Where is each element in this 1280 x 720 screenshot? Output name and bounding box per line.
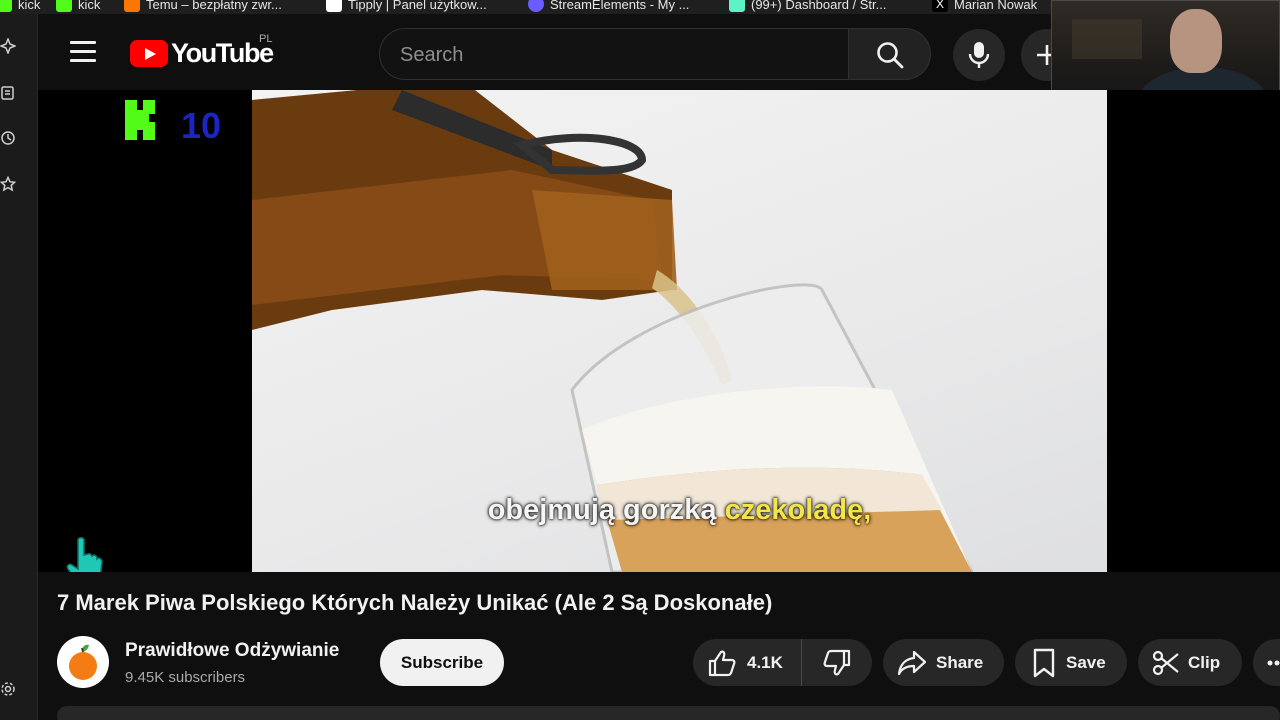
- bookmark-x[interactable]: X Marian Nowak: [932, 0, 1038, 12]
- temu-icon: [124, 0, 140, 12]
- bookmark-temu[interactable]: Temu – bezpłatny zwr...: [124, 0, 282, 12]
- like-button[interactable]: 4.1K: [693, 639, 802, 686]
- bookmark-label: kick: [78, 0, 101, 12]
- subscribe-button[interactable]: Subscribe: [380, 639, 504, 686]
- channel-name[interactable]: Prawidłowe Odżywianie: [125, 640, 339, 662]
- thumbs-down-icon: [823, 649, 851, 675]
- search-input[interactable]: [400, 42, 820, 68]
- logo-text: YouTube: [171, 38, 274, 68]
- kick-icon: [0, 0, 12, 12]
- watermark-number: 10: [181, 105, 221, 144]
- search-icon: [877, 42, 904, 69]
- like-dislike-group: 4.1K: [693, 639, 872, 686]
- scissors-icon: [1152, 650, 1179, 675]
- subtitle-text: obejmują gorzką: [487, 494, 717, 526]
- clip-button[interactable]: Clip: [1138, 639, 1242, 686]
- favorites-icon[interactable]: [0, 176, 16, 192]
- kick-channel-watermark: 10: [125, 100, 221, 144]
- more-actions-button[interactable]: [1253, 639, 1280, 686]
- more-horizontal-icon: [1267, 660, 1280, 665]
- hand-cursor-icon: [66, 537, 103, 572]
- bookmark-label: Temu – bezpłatny zwr...: [146, 0, 282, 12]
- subtitle-highlight: czekoladę,: [724, 494, 872, 526]
- like-count: 4.1K: [747, 652, 783, 672]
- menu-line: [70, 41, 96, 44]
- bookmark-kick-2[interactable]: kick: [56, 0, 101, 12]
- microphone-icon: [968, 42, 990, 68]
- menu-line: [70, 50, 96, 53]
- bookmark-label: Tipply | Panel użytkow...: [348, 0, 487, 12]
- youtube-play-icon: [130, 40, 168, 67]
- description-box[interactable]: [57, 706, 1280, 720]
- region-code: PL: [259, 33, 273, 45]
- youtube-logo[interactable]: YouTube PL: [130, 33, 274, 69]
- bookmark-dashboard[interactable]: (99+) Dashboard / Str...: [729, 0, 887, 12]
- webcam-person-head: [1170, 9, 1222, 73]
- dislike-button[interactable]: [802, 639, 872, 686]
- voice-search-button[interactable]: [953, 29, 1005, 81]
- kick-icon: [56, 0, 72, 12]
- bookmark-kick-1[interactable]: kick: [0, 0, 41, 12]
- tipply-icon: [326, 0, 342, 12]
- bookmark-label: StreamElements - My ...: [550, 0, 690, 12]
- video-title: 7 Marek Piwa Polskiego Których Należy Un…: [57, 590, 773, 615]
- video-owner-row: Prawidłowe Odżywianie 9.45K subscribers …: [57, 636, 1280, 690]
- channel-avatar[interactable]: [57, 636, 109, 688]
- video-frame: obejmują gorzką czekoladę,: [252, 90, 1107, 572]
- twitch-icon: [729, 0, 745, 12]
- bookmark-label: (99+) Dashboard / Str...: [751, 0, 887, 12]
- bookmark-streamelements[interactable]: StreamElements - My ...: [528, 0, 690, 12]
- settings-gear-icon[interactable]: [0, 681, 16, 697]
- orange-fruit-icon: [69, 644, 97, 680]
- screen: kick kick Temu – bezpłatny zwr... Tipply…: [0, 0, 1280, 720]
- video-player[interactable]: 10 obejmują gorzką czekoladę,: [38, 90, 1280, 572]
- share-arrow-icon: [897, 650, 927, 675]
- guide-menu-button[interactable]: [70, 41, 96, 63]
- video-subtitle: obejmują gorzką czekoladę,: [252, 494, 1107, 527]
- share-button[interactable]: Share: [883, 639, 1004, 686]
- save-label: Save: [1066, 652, 1106, 672]
- webcam-background-shelf: [1072, 19, 1142, 59]
- thumbs-up-icon: [708, 650, 736, 676]
- save-button[interactable]: Save: [1015, 639, 1127, 686]
- bookmark-label: Marian Nowak: [954, 0, 1038, 12]
- reading-list-icon[interactable]: [0, 85, 16, 101]
- search-button[interactable]: [849, 28, 931, 80]
- bookmark-icon: [1033, 648, 1055, 677]
- x-icon: X: [932, 0, 948, 12]
- browser-side-panel: [0, 14, 38, 720]
- bookmark-label: kick: [18, 0, 41, 12]
- share-label: Share: [936, 652, 984, 672]
- subscriber-count: 9.45K subscribers: [125, 669, 246, 686]
- menu-line: [70, 59, 96, 62]
- bookmark-tipply[interactable]: Tipply | Panel użytkow...: [326, 0, 487, 12]
- history-icon[interactable]: [0, 130, 16, 146]
- search-box: [379, 28, 849, 80]
- streamelements-icon: [528, 0, 544, 12]
- clip-label: Clip: [1188, 652, 1221, 672]
- sparkle-icon[interactable]: [0, 38, 16, 54]
